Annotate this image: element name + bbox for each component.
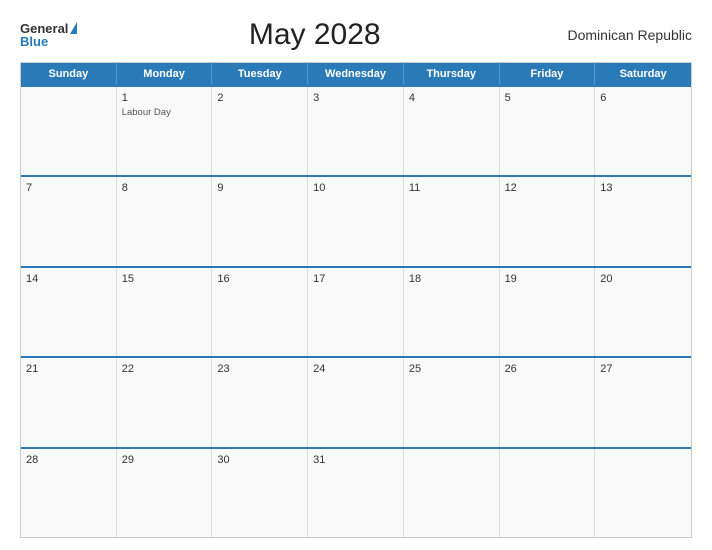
day-header-wednesday: Wednesday — [308, 63, 404, 85]
day-number: 23 — [217, 362, 302, 377]
day-number: 21 — [26, 362, 111, 377]
weeks-container: 1Labour Day23456789101112131415161718192… — [21, 85, 691, 537]
day-cell: 14 — [21, 268, 117, 356]
day-header-sunday: Sunday — [21, 63, 117, 85]
day-number: 4 — [409, 91, 494, 106]
day-number: 17 — [313, 272, 398, 287]
day-cell: 20 — [595, 268, 691, 356]
day-cell — [595, 449, 691, 537]
day-cell: 26 — [500, 358, 596, 446]
week-row-2: 789 10 11 12 13 — [21, 175, 691, 265]
day-number: 10 — [313, 181, 398, 196]
day-cell: 19 — [500, 268, 596, 356]
day-headers-row: SundayMondayTuesdayWednesdayThursdayFrid… — [21, 63, 691, 85]
day-number: 20 — [600, 272, 686, 287]
day-number: 28 — [26, 453, 111, 468]
day-cell — [500, 449, 596, 537]
day-cell: 21 — [21, 358, 117, 446]
day-cell: 4 — [404, 87, 500, 175]
day-number: 29 — [122, 453, 207, 468]
day-number: 12 — [505, 181, 590, 196]
day-cell: 11 — [404, 177, 500, 265]
day-number: 3 — [313, 91, 398, 106]
header: General Blue May 2028 Dominican Republic — [20, 18, 692, 52]
day-number: 13 — [600, 181, 686, 196]
day-number: 15 — [122, 272, 207, 287]
day-header-thursday: Thursday — [404, 63, 500, 85]
day-number: 6 — [600, 91, 686, 106]
day-number: 30 — [217, 453, 302, 468]
day-cell: 9 — [212, 177, 308, 265]
day-number: 18 — [409, 272, 494, 287]
day-cell: 3 — [308, 87, 404, 175]
day-number: 7 — [26, 181, 111, 196]
day-number: 8 — [122, 181, 207, 196]
day-number: 5 — [505, 91, 590, 106]
day-cell: 5 — [500, 87, 596, 175]
day-cell: 27 — [595, 358, 691, 446]
day-cell: 8 — [117, 177, 213, 265]
day-cell: 12 — [500, 177, 596, 265]
day-number: 22 — [122, 362, 207, 377]
day-cell — [21, 87, 117, 175]
week-row-3: 14 15 16 17 18 19 20 — [21, 266, 691, 356]
day-number: 14 — [26, 272, 111, 287]
day-event: Labour Day — [122, 107, 207, 119]
day-number: 26 — [505, 362, 590, 377]
day-cell: 18 — [404, 268, 500, 356]
logo-triangle-icon — [70, 22, 77, 34]
day-cell: 17 — [308, 268, 404, 356]
week-row-1: 1Labour Day 23456 — [21, 85, 691, 175]
day-cell: 29 — [117, 449, 213, 537]
day-cell: 25 — [404, 358, 500, 446]
week-row-5: 28 29 30 31 — [21, 447, 691, 537]
day-cell: 22 — [117, 358, 213, 446]
day-header-friday: Friday — [500, 63, 596, 85]
logo-text-group: General Blue — [20, 22, 77, 48]
day-number: 24 — [313, 362, 398, 377]
month-title: May 2028 — [77, 18, 552, 52]
day-cell: 23 — [212, 358, 308, 446]
day-cell: 28 — [21, 449, 117, 537]
day-cell: 6 — [595, 87, 691, 175]
day-cell: 16 — [212, 268, 308, 356]
day-number: 11 — [409, 181, 494, 196]
logo-blue-text: Blue — [20, 35, 48, 48]
day-number: 16 — [217, 272, 302, 287]
day-cell: 24 — [308, 358, 404, 446]
day-number: 31 — [313, 453, 398, 468]
day-number: 27 — [600, 362, 686, 377]
week-row-4: 21 22 23 24 25 26 27 — [21, 356, 691, 446]
day-cell — [404, 449, 500, 537]
day-number: 25 — [409, 362, 494, 377]
day-cell: 1Labour Day — [117, 87, 213, 175]
day-cell: 13 — [595, 177, 691, 265]
calendar-page: General Blue May 2028 Dominican Republic… — [0, 0, 712, 550]
day-header-saturday: Saturday — [595, 63, 691, 85]
day-cell: 31 — [308, 449, 404, 537]
day-header-tuesday: Tuesday — [212, 63, 308, 85]
day-number: 1 — [122, 91, 207, 106]
day-number: 19 — [505, 272, 590, 287]
day-cell: 10 — [308, 177, 404, 265]
day-header-monday: Monday — [117, 63, 213, 85]
country-label: Dominican Republic — [552, 27, 692, 43]
day-number: 9 — [217, 181, 302, 196]
calendar-grid: SundayMondayTuesdayWednesdayThursdayFrid… — [20, 62, 692, 538]
day-cell: 15 — [117, 268, 213, 356]
day-number: 2 — [217, 91, 302, 106]
day-cell: 30 — [212, 449, 308, 537]
day-cell: 7 — [21, 177, 117, 265]
day-cell: 2 — [212, 87, 308, 175]
logo: General Blue — [20, 22, 77, 48]
